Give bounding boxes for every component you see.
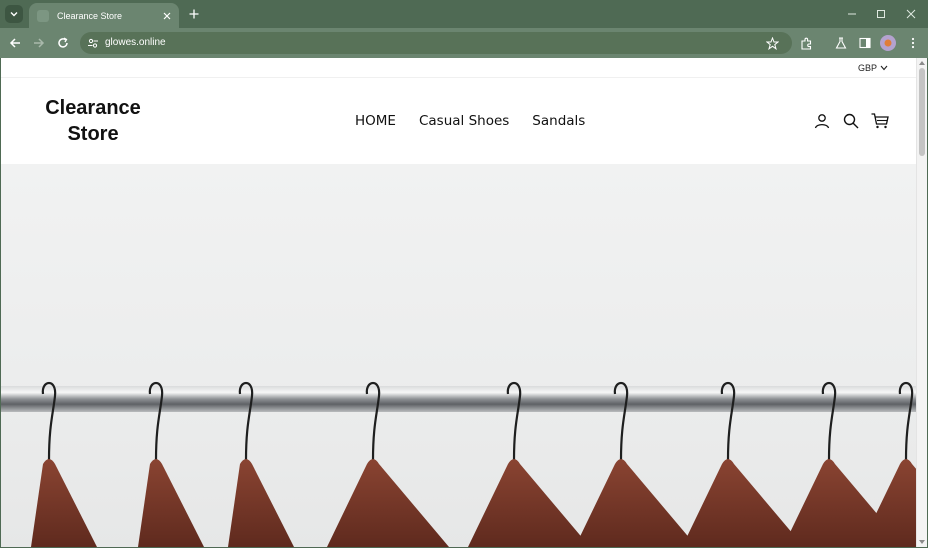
tab-strip: Clearance Store <box>0 0 928 28</box>
search-icon <box>843 113 859 129</box>
reload-button[interactable] <box>54 34 72 52</box>
profile-avatar[interactable] <box>880 35 896 51</box>
search-button[interactable] <box>841 111 861 131</box>
side-panel-button[interactable] <box>856 34 874 52</box>
close-icon <box>906 9 916 19</box>
star-icon <box>765 36 779 50</box>
page-scrollbar[interactable] <box>916 58 927 547</box>
flask-icon <box>835 37 847 49</box>
browser-window: Clearance Store glowes.online GBP Cleara… <box>0 0 928 548</box>
site-header: Clearance Store HOME Casual Shoes Sandal… <box>1 79 916 164</box>
tab-close-button[interactable] <box>160 9 174 23</box>
store-logo[interactable]: Clearance Store <box>23 95 163 147</box>
site-info-icon[interactable] <box>86 36 100 50</box>
user-icon <box>814 114 830 129</box>
active-tab[interactable]: Clearance Store <box>29 3 179 28</box>
chevron-down-icon <box>880 65 888 71</box>
web-page: GBP Clearance Store HOME Casual Shoes Sa… <box>1 58 927 547</box>
minimize-icon <box>848 13 856 15</box>
maximize-icon <box>877 10 885 18</box>
tab-search-button[interactable] <box>5 5 23 23</box>
announcement-bar: GBP <box>1 58 916 78</box>
rail-bar <box>1 386 916 412</box>
main-navigation: HOME Casual Shoes Sandals <box>355 113 585 129</box>
reload-icon <box>58 37 68 48</box>
tab-title: Clearance Store <box>57 10 123 21</box>
minimize-button[interactable] <box>841 4 863 24</box>
arrow-right-icon <box>34 38 45 48</box>
puzzle-icon <box>800 37 811 50</box>
account-button[interactable] <box>812 111 832 131</box>
hero-banner <box>1 164 916 547</box>
scroll-up-icon[interactable] <box>919 60 925 66</box>
side-panel-icon <box>859 37 871 49</box>
browser-toolbar: glowes.online <box>0 28 928 58</box>
scrollbar-thumb[interactable] <box>919 68 925 156</box>
extensions-button[interactable] <box>797 34 815 52</box>
chevron-down-icon <box>10 12 18 17</box>
nav-casual-shoes[interactable]: Casual Shoes <box>419 113 509 129</box>
clothing-rack-image <box>1 381 916 547</box>
site-favicon-icon <box>37 9 49 22</box>
new-tab-button[interactable] <box>186 6 202 22</box>
logo-line-2: Store <box>67 123 119 145</box>
labs-button[interactable] <box>832 34 850 52</box>
bookmark-star-button[interactable] <box>764 35 780 51</box>
maximize-button[interactable] <box>870 4 892 24</box>
nav-home[interactable]: HOME <box>355 113 396 129</box>
address-bar[interactable]: glowes.online <box>80 32 792 54</box>
scroll-down-icon[interactable] <box>919 539 925 545</box>
arrow-left-icon <box>9 38 20 48</box>
url-text: glowes.online <box>105 37 166 48</box>
forward-button[interactable] <box>30 34 48 52</box>
nav-sandals[interactable]: Sandals <box>532 113 585 129</box>
logo-line-1: Clearance <box>45 97 141 119</box>
currency-selector[interactable]: GBP <box>858 63 888 73</box>
cart-button[interactable] <box>870 111 890 131</box>
close-icon <box>163 12 171 19</box>
cart-icon <box>871 113 889 129</box>
avatar-icon <box>884 39 892 47</box>
currency-label: GBP <box>857 63 877 73</box>
plus-icon <box>189 9 199 19</box>
kebab-menu-icon <box>911 37 915 49</box>
close-window-button[interactable] <box>900 4 922 24</box>
browser-menu-button[interactable] <box>904 34 922 52</box>
back-button[interactable] <box>6 34 24 52</box>
